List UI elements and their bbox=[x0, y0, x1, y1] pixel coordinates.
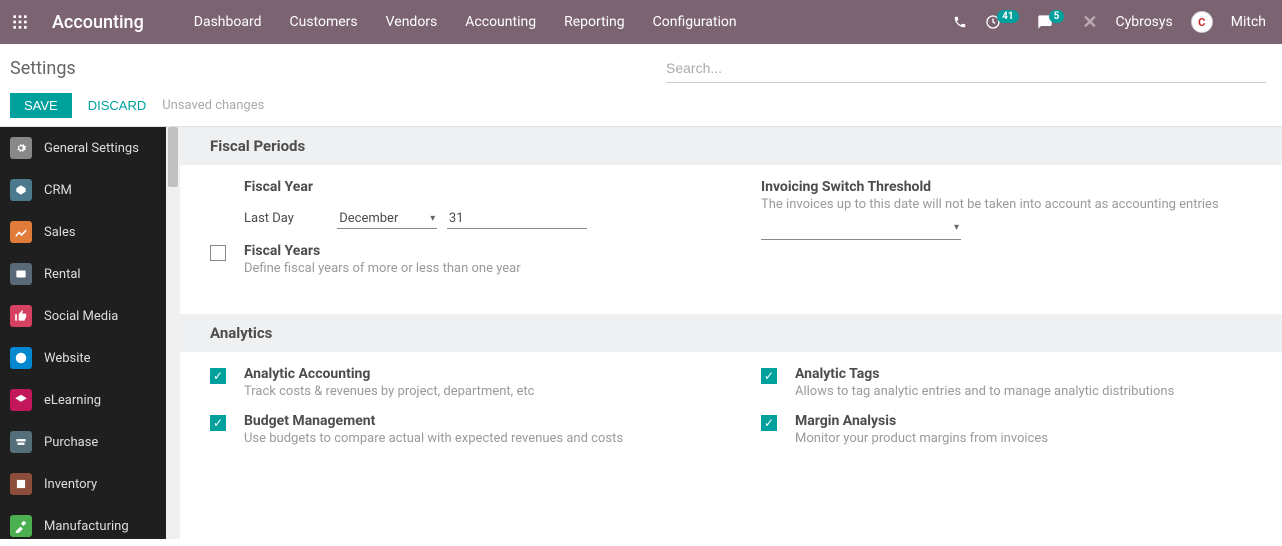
fiscal-month-value: December bbox=[339, 211, 398, 226]
sidebar-item-label: General Settings bbox=[44, 141, 139, 156]
menu-dashboard[interactable]: Dashboard bbox=[194, 14, 262, 30]
section-analytics: Analytics bbox=[180, 314, 1282, 352]
fiscal-years-checkbox[interactable] bbox=[210, 245, 226, 261]
budget-management-title: Budget Management bbox=[244, 413, 623, 429]
margin-analysis-title: Margin Analysis bbox=[795, 413, 1048, 429]
budget-management-checkbox[interactable] bbox=[210, 415, 226, 431]
chevron-down-icon: ▾ bbox=[430, 213, 435, 224]
sidebar-item-inventory[interactable]: Inventory bbox=[0, 463, 166, 505]
sidebar-item-label: eLearning bbox=[44, 393, 101, 408]
page-title: Settings bbox=[10, 58, 76, 79]
analytic-tags-desc: Allows to tag analytic entries and to ma… bbox=[795, 384, 1174, 399]
invoicing-threshold-title: Invoicing Switch Threshold bbox=[761, 179, 1252, 195]
fiscal-years-title: Fiscal Years bbox=[244, 243, 521, 259]
close-icon[interactable]: ✕ bbox=[1082, 12, 1097, 33]
chevron-down-icon: ▾ bbox=[954, 222, 959, 233]
globe-icon bbox=[10, 347, 32, 369]
discard-button[interactable]: DISCARD bbox=[88, 98, 147, 113]
sidebar-item-sales[interactable]: Sales bbox=[0, 211, 166, 253]
last-day-label: Last Day bbox=[244, 211, 334, 226]
sidebar-item-label: Social Media bbox=[44, 309, 118, 324]
sidebar-item-label: Rental bbox=[44, 267, 81, 282]
sidebar-item-label: Manufacturing bbox=[44, 519, 129, 534]
avatar[interactable]: C bbox=[1191, 11, 1213, 33]
sidebar-item-manufacturing[interactable]: Manufacturing bbox=[0, 505, 166, 539]
sidebar-item-label: Purchase bbox=[44, 435, 98, 450]
sidebar-item-general-settings[interactable]: General Settings bbox=[0, 127, 166, 169]
apps-icon[interactable] bbox=[8, 10, 32, 34]
sidebar-scrollbar[interactable] bbox=[166, 127, 180, 539]
key-icon bbox=[10, 263, 32, 285]
chart-icon bbox=[10, 221, 32, 243]
invoicing-threshold-desc: The invoices up to this date will not be… bbox=[761, 197, 1252, 212]
sidebar-item-elearning[interactable]: eLearning bbox=[0, 379, 166, 421]
company-name[interactable]: Cybrosys bbox=[1115, 14, 1172, 30]
top-menu: Dashboard Customers Vendors Accounting R… bbox=[194, 14, 737, 30]
fiscal-day-input[interactable]: 31 bbox=[447, 209, 587, 229]
gear-icon bbox=[10, 137, 32, 159]
unsaved-indicator: Unsaved changes bbox=[162, 98, 264, 113]
control-panel: Settings SAVE DISCARD Unsaved changes bbox=[0, 44, 1282, 127]
menu-accounting[interactable]: Accounting bbox=[465, 14, 536, 30]
sidebar-item-label: Website bbox=[44, 351, 91, 366]
analytic-accounting-checkbox[interactable] bbox=[210, 368, 226, 384]
sidebar-item-label: CRM bbox=[44, 183, 72, 198]
box-icon bbox=[10, 473, 32, 495]
fiscal-month-select[interactable]: December ▾ bbox=[337, 209, 437, 229]
invoicing-threshold-input[interactable]: ▾ bbox=[761, 220, 961, 240]
analytic-tags-checkbox[interactable] bbox=[761, 368, 777, 384]
main-layout: General Settings CRM Sales Rental Social… bbox=[0, 127, 1282, 539]
search-container bbox=[666, 54, 1266, 83]
sidebar-item-website[interactable]: Website bbox=[0, 337, 166, 379]
module-brand[interactable]: Accounting bbox=[52, 12, 144, 33]
search-input[interactable] bbox=[666, 54, 1266, 83]
sidebar-item-social-media[interactable]: Social Media bbox=[0, 295, 166, 337]
margin-analysis-checkbox[interactable] bbox=[761, 415, 777, 431]
discuss-icon[interactable]: 5 bbox=[1037, 14, 1065, 30]
sidebar-item-label: Inventory bbox=[44, 477, 97, 492]
menu-vendors[interactable]: Vendors bbox=[386, 14, 438, 30]
sidebar-item-rental[interactable]: Rental bbox=[0, 253, 166, 295]
discuss-badge: 5 bbox=[1049, 10, 1065, 23]
menu-customers[interactable]: Customers bbox=[290, 14, 358, 30]
analytic-accounting-desc: Track costs & revenues by project, depar… bbox=[244, 384, 534, 399]
analytic-tags-title: Analytic Tags bbox=[795, 366, 1174, 382]
fiscal-year-label: Fiscal Year bbox=[244, 179, 701, 195]
menu-configuration[interactable]: Configuration bbox=[653, 14, 737, 30]
phone-icon[interactable] bbox=[953, 15, 967, 29]
settings-sidebar: General Settings CRM Sales Rental Social… bbox=[0, 127, 166, 539]
sidebar-item-crm[interactable]: CRM bbox=[0, 169, 166, 211]
main-navbar: Accounting Dashboard Customers Vendors A… bbox=[0, 0, 1282, 44]
user-name[interactable]: Mitch bbox=[1231, 14, 1266, 30]
menu-reporting[interactable]: Reporting bbox=[564, 14, 625, 30]
settings-content: Fiscal Periods Fiscal Year Last Day Dece… bbox=[180, 127, 1282, 539]
sidebar-item-purchase[interactable]: Purchase bbox=[0, 421, 166, 463]
cart-icon bbox=[10, 431, 32, 453]
sidebar-item-label: Sales bbox=[44, 225, 76, 240]
thumbs-up-icon bbox=[10, 305, 32, 327]
fiscal-years-desc: Define fiscal years of more or less than… bbox=[244, 261, 521, 276]
graduation-icon bbox=[10, 389, 32, 411]
budget-management-desc: Use budgets to compare actual with expec… bbox=[244, 431, 623, 446]
handshake-icon bbox=[10, 179, 32, 201]
section-fiscal-periods: Fiscal Periods bbox=[180, 127, 1282, 165]
save-button[interactable]: SAVE bbox=[10, 93, 72, 118]
activity-badge: 41 bbox=[997, 10, 1018, 23]
activity-icon[interactable]: 41 bbox=[985, 14, 1018, 30]
margin-analysis-desc: Monitor your product margins from invoic… bbox=[795, 431, 1048, 446]
wrench-icon bbox=[10, 515, 32, 537]
analytic-accounting-title: Analytic Accounting bbox=[244, 366, 534, 382]
